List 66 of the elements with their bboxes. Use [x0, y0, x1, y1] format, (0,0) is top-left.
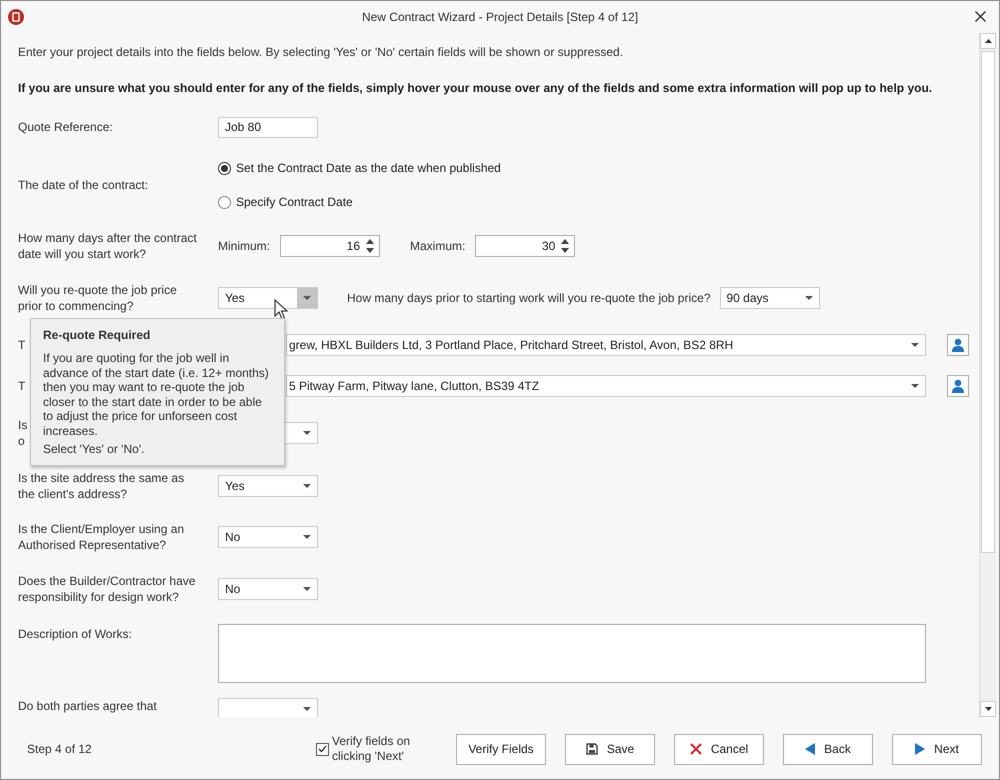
field-label: Do both parties agree that	[18, 698, 157, 714]
field-label: How many days prior to starting work will you re-quote the job price?	[347, 291, 710, 305]
field-label: How many days after the contract date will you start work?	[18, 230, 198, 262]
caret-icon	[804, 296, 812, 300]
dropdown[interactable]: grew, HBXL Builders Ltd, 3 Portland Place, Pritchard Street, Bristol, Avon, BS2 8RH	[286, 334, 926, 356]
contact-button[interactable]	[947, 334, 969, 356]
field-label: Will you re-quote the job price prior to commencing?	[18, 282, 178, 314]
caret-icon	[303, 587, 311, 591]
caret-icon	[303, 431, 311, 435]
checkbox[interactable]	[316, 742, 329, 756]
cross-icon	[690, 743, 702, 755]
field-label: Description of Works:	[18, 626, 132, 642]
caret-icon	[303, 535, 311, 539]
person-icon	[951, 379, 965, 393]
intro-text: Enter your project details into the fields below. By selecting 'Yes' or 'No' certain fields will be shown or suppressed.	[18, 45, 624, 59]
window-title: New Contract Wizard - Project Details [Step 4 of 12]	[362, 10, 638, 24]
caret-icon	[911, 343, 919, 347]
radio-label: Specify Contract Date	[236, 195, 353, 209]
radio-button[interactable]	[218, 162, 231, 174]
right-triangle-icon	[915, 743, 926, 755]
caret-icon	[911, 384, 919, 388]
radio-button[interactable]	[218, 196, 231, 208]
tooltip-text: If you are quoting for the job well in advance of the start date (i.e. 12+ months) then you may want to re-quote the job closer to the start date in order to be able to adjust the price for unforseen cost increases.	[43, 351, 270, 438]
number-field[interactable]: 30	[475, 235, 576, 257]
dropdown[interactable]: 5 Pitway Farm, Pitway lane, Clutton, BS39 4TZ	[286, 375, 926, 397]
radio-label: Set the Contract Date as the date when published	[236, 161, 501, 175]
scroll-down-icon[interactable]	[984, 707, 992, 711]
dropdown[interactable]: Yes	[218, 475, 318, 497]
scroll-up-icon[interactable]	[984, 39, 992, 43]
dropdown[interactable]: Yes	[218, 287, 318, 309]
back-button[interactable]: Back	[783, 734, 873, 764]
person-icon	[951, 338, 965, 352]
spinner-arrows-icon	[561, 238, 570, 254]
close-icon[interactable]	[975, 11, 986, 22]
checkbox-label: Verify fields on clicking 'Next'	[332, 734, 412, 764]
dropdown[interactable]: No	[218, 578, 318, 600]
caret-icon	[303, 484, 311, 488]
caret-icon	[303, 296, 311, 300]
maximum-label: Maximum:	[410, 239, 466, 253]
field-label: The date of the contract:	[18, 177, 148, 193]
contact-button[interactable]	[947, 375, 969, 397]
next-button[interactable]: Next	[892, 734, 982, 764]
verify-button[interactable]: Verify Fields	[456, 734, 546, 764]
minimum-label: Minimum:	[218, 239, 270, 253]
field-label: Is the site address the same as the client's address?	[18, 470, 186, 502]
number-field[interactable]: 16	[280, 235, 380, 257]
save-button[interactable]: Save	[565, 734, 655, 764]
dropdown[interactable]: No	[218, 526, 318, 548]
mouse-pointer-icon	[274, 299, 288, 320]
tooltip-note: Select 'Yes' or 'No'.	[43, 442, 146, 456]
step-indicator: Step 4 of 12	[27, 742, 93, 756]
spinner-arrows-icon	[366, 238, 374, 254]
app-icon	[8, 9, 24, 25]
dropdown[interactable]: 90 days	[720, 287, 820, 309]
field-label: Quote Reference:	[18, 119, 113, 135]
field-label: Is o	[18, 417, 28, 449]
left-triangle-icon	[805, 743, 816, 755]
input-field[interactable]: Job 80	[218, 116, 318, 138]
field-label: Is the Client/Employer using an Authorised Representative?	[18, 521, 186, 553]
field-label: T	[18, 378, 26, 394]
hint-text: If you are unsure what you should enter for any of the fields, simply hover your mouse over any of the fields and some extra information will pop up to help you.	[18, 81, 934, 95]
field-label: Does the Builder/Contractor have responsibility for design work?	[18, 573, 196, 605]
field-label: T	[18, 337, 26, 353]
tooltip-title: Re-quote Required	[43, 328, 152, 342]
caret-icon	[303, 707, 311, 711]
cancel-button[interactable]: Cancel	[674, 734, 764, 764]
